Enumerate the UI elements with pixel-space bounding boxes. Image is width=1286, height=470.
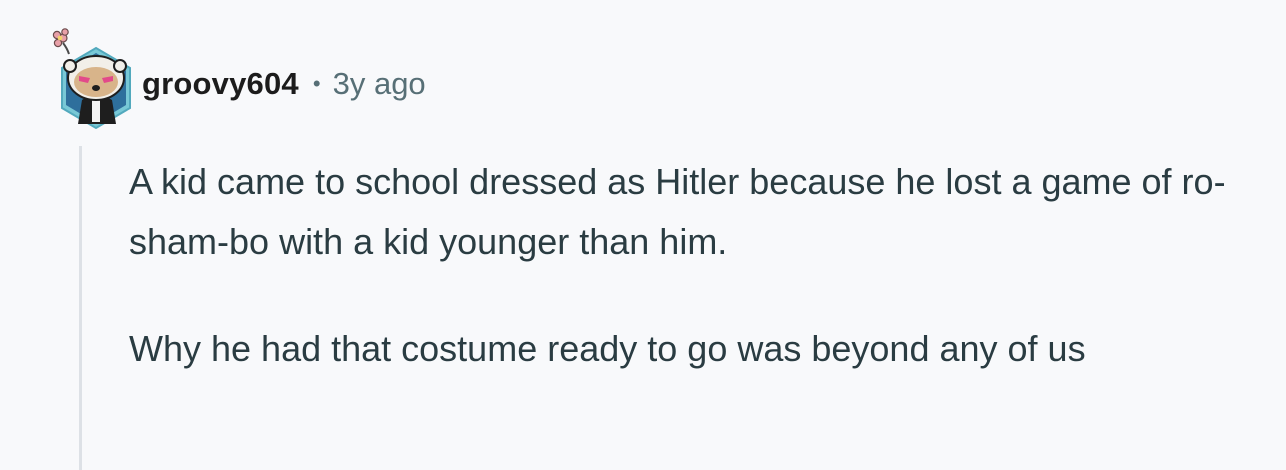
thread-collapse-line[interactable] [79, 146, 82, 470]
avatar[interactable] [46, 26, 138, 130]
comment: groovy604 • 3y ago A kid came to school … [0, 0, 1286, 470]
flower-icon [52, 28, 70, 55]
comment-paragraph: A kid came to school dressed as Hitler b… [129, 161, 1226, 262]
comment-meta: groovy604 • 3y ago [142, 62, 426, 106]
username-link[interactable]: groovy604 [142, 66, 299, 102]
separator-dot: • [312, 71, 321, 96]
snoo-avatar-icon [52, 28, 131, 130]
comment-body: A kid came to school dressed as Hitler b… [129, 152, 1259, 379]
comment-paragraph: Why he had that costume ready to go was … [129, 328, 1086, 369]
timestamp[interactable]: 3y ago [333, 66, 426, 102]
